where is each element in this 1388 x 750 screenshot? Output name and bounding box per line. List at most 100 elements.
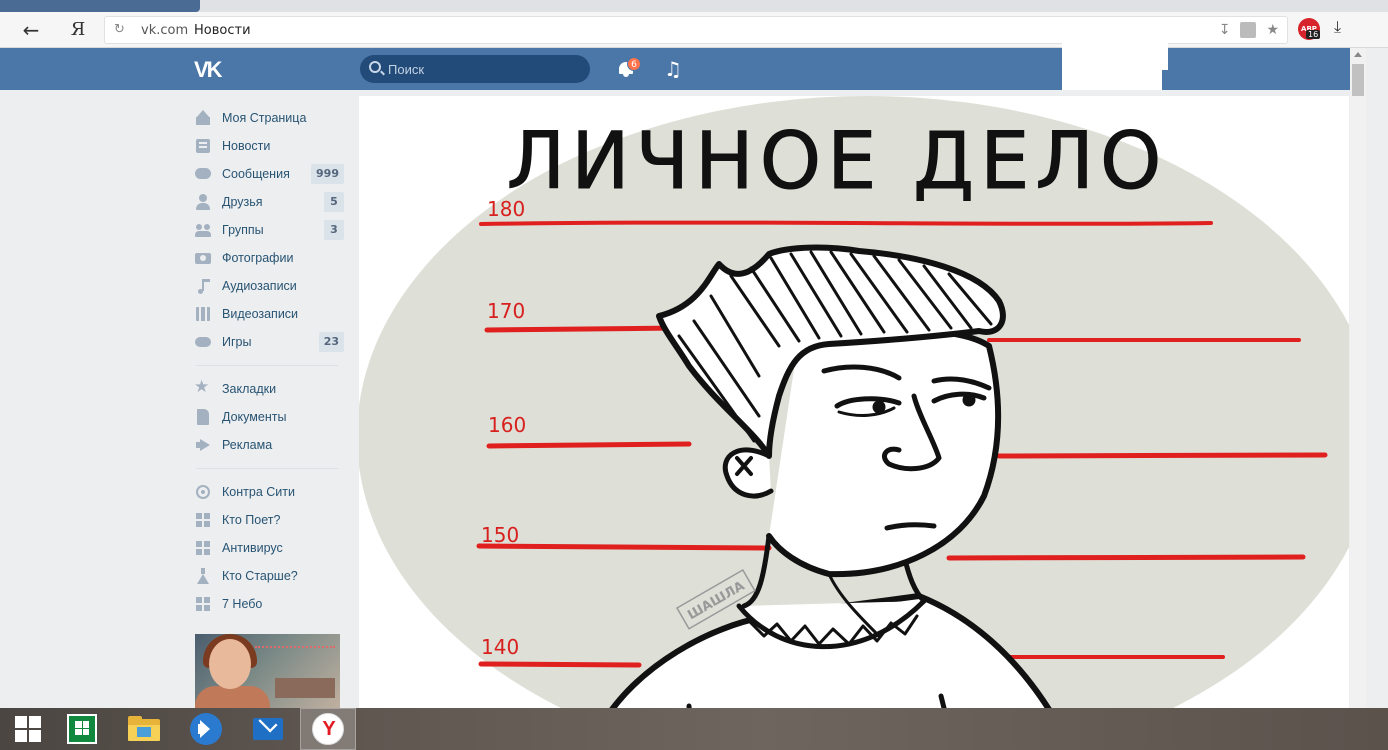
notifications-count-badge: 6 <box>627 57 641 71</box>
ruler-line-160-right <box>996 452 1328 459</box>
star-icon: ★ <box>194 377 210 397</box>
ruler-line-150-right <box>946 554 1306 561</box>
lock-icon[interactable] <box>1240 22 1257 38</box>
address-bar[interactable]: ↻ vk.com Новости ↧ ★ <box>104 16 1288 44</box>
app-grid-icon <box>195 540 211 556</box>
ruler-line-140-left <box>478 661 642 668</box>
yandex-glyph: Y <box>322 718 336 740</box>
sidebar-item-documents[interactable]: Документы <box>192 403 350 431</box>
search-box[interactable] <box>360 55 590 83</box>
user-menu-redacted-lower <box>1062 42 1162 90</box>
groups-icon <box>195 222 211 238</box>
ruler-line-170-left <box>484 325 682 333</box>
promo-person-body <box>195 686 270 708</box>
sidebar-item-label: Сообщения <box>222 167 290 181</box>
reload-icon[interactable]: ↻ <box>114 22 125 37</box>
sidebar-item-photos[interactable]: Фотографии <box>192 244 350 272</box>
browser-toolbar: ← Я ↻ vk.com Новости ↧ ★ ABP 16 ⤓ <box>0 12 1388 48</box>
sidebar-item-label: Антивирус <box>222 541 283 555</box>
start-button[interactable] <box>0 708 56 750</box>
folder-icon <box>128 716 160 742</box>
friends-count-badge: 5 <box>324 192 344 212</box>
message-icon <box>195 166 211 182</box>
height-mark-170: 170 <box>487 299 525 323</box>
search-icon <box>369 61 381 73</box>
sidebar-item-label: Документы <box>222 410 287 424</box>
sidebar-divider <box>196 365 338 366</box>
address-page-title: Новости <box>194 23 251 38</box>
scroll-up-arrow-icon[interactable] <box>1354 52 1362 57</box>
search-input[interactable] <box>388 60 578 78</box>
sidebar-item-label: Закладки <box>222 382 277 396</box>
sidebar-item-video[interactable]: Видеозаписи <box>192 300 350 328</box>
sidebar-promo-image[interactable] <box>195 634 340 708</box>
promo-bunting <box>255 646 335 654</box>
film-icon <box>195 306 211 322</box>
promo-shelf <box>275 678 335 698</box>
sidebar-divider <box>196 468 338 469</box>
download-arrow-icon: ⤓ <box>1334 17 1342 36</box>
windows-taskbar: Y <box>0 708 1388 750</box>
sidebar-item-audio[interactable]: Аудиозаписи <box>192 272 350 300</box>
sidebar-app-7-nebo[interactable]: 7 Небо <box>192 590 350 618</box>
store-button[interactable] <box>54 708 110 750</box>
friends-icon <box>195 194 211 210</box>
crosshair-icon <box>195 484 211 500</box>
sidebar-item-groups[interactable]: Группы 3 <box>192 216 350 244</box>
sidebar-item-label: Кто Старше? <box>222 569 298 583</box>
sidebar-item-messages[interactable]: Сообщения 999 <box>192 160 350 188</box>
speaker-icon <box>190 713 222 745</box>
sidebar-item-friends[interactable]: Друзья 5 <box>192 188 350 216</box>
extension-badge: 16 <box>1306 30 1321 39</box>
bookmark-star-icon[interactable]: ★ <box>1266 22 1279 38</box>
sidebar-app-contra-city[interactable]: Контра Сити <box>192 478 350 506</box>
music-note-icon <box>195 278 211 294</box>
height-mark-160: 160 <box>488 413 526 437</box>
media-player-button[interactable] <box>178 708 234 750</box>
yandex-home-button[interactable]: Я <box>66 18 90 42</box>
sidebar-item-label: Кто Поет? <box>222 513 281 527</box>
windows-logo-icon <box>15 716 41 742</box>
left-sidebar: Моя Страница Новости Сообщения 999 Друзь… <box>192 104 350 618</box>
sidebar-item-bookmarks[interactable]: ★ Закладки <box>192 375 350 403</box>
arrow-left-icon: ← <box>22 18 40 42</box>
mail-button[interactable] <box>240 708 296 750</box>
mugshot-illustration: ЛИЧНОЕ ДЕЛО 180 170 160 150 140 ШАШЛА <box>359 96 1349 750</box>
page-scrollbar[interactable] <box>1350 48 1366 748</box>
yandex-icon: Y <box>312 713 344 745</box>
sidebar-item-games[interactable]: Игры 23 <box>192 328 350 356</box>
gamepad-icon <box>195 334 211 350</box>
sidebar-item-news[interactable]: Новости <box>192 132 350 160</box>
sidebar-app-who-sings[interactable]: Кто Поет? <box>192 506 350 534</box>
music-icon[interactable]: ♫ <box>664 57 682 81</box>
ruler-line-150-left <box>476 543 772 551</box>
messages-count-badge: 999 <box>311 164 344 184</box>
illustration-title: ЛИЧНОЕ ДЕЛО <box>507 117 1168 207</box>
browser-tab-active[interactable] <box>0 0 200 12</box>
mail-icon <box>253 713 283 740</box>
sidebar-item-ads[interactable]: Реклама <box>192 431 350 459</box>
sidebar-item-label: 7 Небо <box>222 597 263 611</box>
store-icon <box>67 714 97 744</box>
sidebar-item-label: Игры <box>222 335 252 349</box>
height-mark-150: 150 <box>481 523 519 547</box>
vk-logo[interactable]: VK <box>194 57 223 83</box>
promo-person-face <box>209 639 251 689</box>
download-page-icon[interactable]: ↧ <box>1219 22 1231 38</box>
sidebar-app-antivirus[interactable]: Антивирус <box>192 534 350 562</box>
file-explorer-button[interactable] <box>116 708 172 750</box>
downloads-button[interactable]: ⤓ <box>1334 17 1341 37</box>
height-mark-140: 140 <box>481 635 519 659</box>
document-icon <box>195 409 211 425</box>
sidebar-item-label: Реклама <box>222 438 273 452</box>
app-grid-icon <box>195 512 211 528</box>
sidebar-item-my-page[interactable]: Моя Страница <box>192 104 350 132</box>
news-icon <box>195 138 211 154</box>
scroll-thumb[interactable] <box>1352 64 1364 96</box>
news-feed-post-image[interactable]: ЛИЧНОЕ ДЕЛО 180 170 160 150 140 ШАШЛА <box>359 96 1349 750</box>
sidebar-app-who-older[interactable]: Кто Старше? <box>192 562 350 590</box>
games-count-badge: 23 <box>318 332 344 352</box>
sidebar-item-label: Моя Страница <box>222 111 307 125</box>
yandex-browser-button[interactable]: Y <box>300 708 356 750</box>
back-button[interactable]: ← <box>18 18 44 42</box>
